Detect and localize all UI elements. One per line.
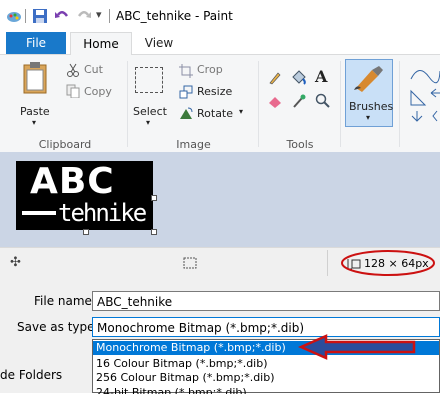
group-separator: [399, 61, 400, 147]
ribbon-tabs: File Home View: [0, 32, 440, 55]
selection-size-icon: [183, 257, 197, 269]
color-picker-icon[interactable]: [292, 94, 306, 108]
window-title: ABC_tehnike - Paint: [116, 9, 233, 23]
crop-button[interactable]: Crop: [197, 63, 223, 76]
red-ellipse-annotation: [341, 250, 435, 276]
resize-handle-right[interactable]: [151, 195, 157, 201]
group-separator: [340, 61, 341, 147]
title-bar: ▾ ABC_tehnike - Paint: [0, 0, 440, 32]
crop-icon[interactable]: [179, 64, 193, 78]
file-name-input[interactable]: ABC_tehnike: [92, 291, 440, 311]
text-tool-icon[interactable]: A: [315, 67, 327, 86]
save-icon[interactable]: [32, 8, 48, 24]
paste-button[interactable]: Paste: [20, 105, 50, 118]
rotate-icon[interactable]: [179, 106, 193, 120]
brush-icon: [354, 66, 383, 92]
paint-app-icon[interactable]: [6, 8, 22, 24]
cut-button[interactable]: Cut: [84, 63, 103, 76]
cut-icon[interactable]: [66, 63, 80, 77]
image-underline: [22, 211, 56, 215]
resize-handle-corner[interactable]: [151, 229, 157, 235]
cursor-position-icon: ✣: [10, 255, 21, 270]
option-256-colour-bitmap[interactable]: 256 Colour Bitmap (*.bmp;*.dib): [96, 371, 275, 385]
ribbon: Paste ▾ Cut Copy Clipboard Select ▾ Crop…: [0, 55, 440, 153]
copy-button[interactable]: Copy: [84, 85, 112, 98]
undo-icon[interactable]: [54, 8, 70, 24]
eraser-icon[interactable]: [268, 94, 282, 108]
paste-dropdown-icon[interactable]: ▾: [32, 118, 36, 127]
image-text-tehnike: tehnike: [58, 199, 147, 227]
select-dropdown-icon[interactable]: ▾: [146, 118, 150, 127]
pencil-icon[interactable]: [268, 71, 282, 85]
canvas-area[interactable]: ABC tehnike: [0, 152, 440, 247]
paste-icon[interactable]: [22, 61, 48, 95]
titlebar-separator: [25, 9, 26, 23]
titlebar-separator: [109, 9, 110, 23]
copy-icon[interactable]: [66, 84, 80, 98]
select-icon[interactable]: [135, 67, 163, 93]
group-separator: [258, 61, 259, 147]
resize-icon[interactable]: [179, 85, 193, 99]
option-16-colour-bitmap[interactable]: 16 Colour Bitmap (*.bmp;*.dib): [96, 357, 268, 371]
save-as-type-label: Save as type:: [17, 320, 99, 334]
brushes-button[interactable]: Brushes ▾: [345, 59, 393, 127]
resize-handle-bottom[interactable]: [83, 229, 89, 235]
clipboard-group-label: Clipboard: [38, 138, 92, 151]
brushes-dropdown-icon: ▾: [366, 113, 371, 122]
red-arrow-annotation: [298, 334, 416, 360]
magnifier-icon[interactable]: [315, 93, 330, 108]
tab-home[interactable]: Home: [70, 32, 132, 55]
resize-button[interactable]: Resize: [197, 85, 232, 98]
image-group-label: Image: [176, 138, 211, 151]
redo-icon[interactable]: [76, 8, 92, 24]
status-bar: ✣ 128 × 64px: [0, 247, 440, 279]
select-button[interactable]: Select: [133, 105, 167, 118]
file-name-label: File name:: [34, 294, 96, 308]
rotate-dropdown-icon[interactable]: ▾: [239, 107, 243, 116]
statusbar-separator: [327, 250, 328, 276]
rotate-button[interactable]: Rotate: [197, 107, 233, 120]
brushes-label: Brushes: [349, 100, 394, 113]
tools-group-label: Tools: [286, 138, 314, 151]
quick-access-dropdown-icon[interactable]: ▾: [96, 8, 102, 21]
image-canvas[interactable]: ABC tehnike: [16, 161, 153, 230]
tab-view[interactable]: View: [134, 32, 184, 54]
tab-file[interactable]: File: [6, 32, 66, 54]
shapes-gallery[interactable]: [409, 63, 440, 123]
hide-folders-button[interactable]: de Folders: [0, 368, 62, 382]
image-text-abc: ABC: [30, 161, 115, 202]
fill-icon[interactable]: [291, 69, 307, 85]
group-separator: [127, 61, 128, 147]
